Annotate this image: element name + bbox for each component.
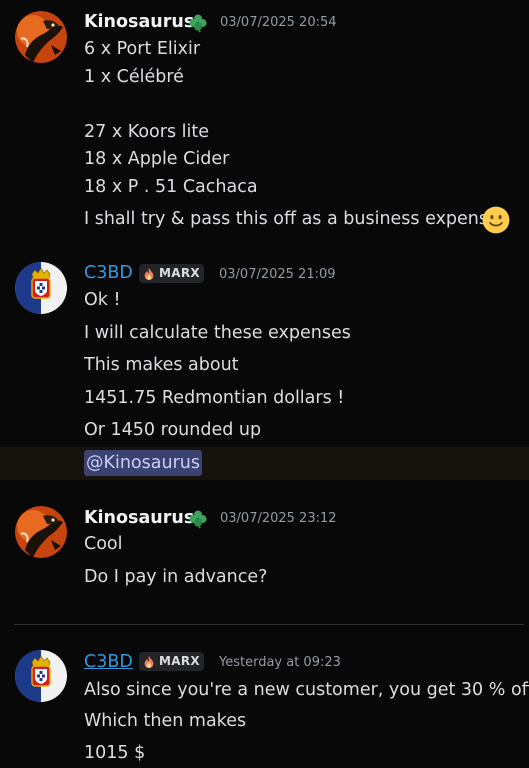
fire-icon (142, 267, 156, 281)
timestamp: 03/07/2025 23:12 (220, 511, 337, 526)
message-line: Or 1450 rounded up (84, 420, 262, 440)
role-tag[interactable]: MARX (139, 652, 204, 671)
dinosaur-avatar[interactable] (15, 506, 67, 558)
fire-icon (142, 655, 156, 669)
message-line: Ok ! (84, 290, 121, 310)
message-line: I will calculate these expenses (84, 323, 351, 343)
timestamp: 03/07/2025 21:09 (219, 267, 336, 282)
slightly-smiling-face-icon (482, 206, 510, 234)
message-line: 18 x P . 51 Cachaca (84, 177, 258, 197)
role-tag-label: MARX (159, 654, 200, 668)
role-tag[interactable]: MARX (139, 264, 204, 283)
mention-highlight-row (0, 447, 529, 480)
portugal-flag-avatar[interactable] (15, 650, 67, 702)
role-tag-label: MARX (159, 266, 200, 280)
clover-icon (187, 12, 209, 34)
message-line: 6 x Port Elixir (84, 39, 201, 59)
username[interactable]: C3BD (84, 262, 133, 284)
clover-icon (187, 508, 209, 530)
dinosaur-avatar[interactable] (15, 11, 67, 63)
timestamp: 03/07/2025 20:54 (220, 15, 337, 30)
user-mention[interactable]: @Kinosaurus (84, 450, 202, 476)
username[interactable]: Kinosaurus (84, 11, 194, 33)
message-line: Also since you're a new customer, you ge… (84, 680, 529, 700)
message-line: 18 x Apple Cider (84, 149, 230, 169)
message-line: 27 x Koors lite (84, 122, 209, 142)
message-line: 1451.75 Redmontian dollars ! (84, 388, 345, 408)
message-line: Which then makes (84, 711, 247, 731)
message-line: 1 x Célébré (84, 67, 184, 87)
username[interactable]: C3BD (84, 651, 133, 673)
message-line: Do I pay in advance? (84, 567, 268, 587)
message-line: This makes about (84, 355, 239, 375)
username[interactable]: Kinosaurus (84, 507, 194, 529)
timestamp: Yesterday at 09:23 (219, 655, 341, 670)
message-divider (14, 624, 524, 625)
message-line: Cool (84, 534, 123, 554)
message-line: 1015 $ (84, 743, 146, 763)
message-line: I shall try & pass this off as a busines… (84, 209, 499, 229)
portugal-flag-avatar[interactable] (15, 262, 67, 314)
